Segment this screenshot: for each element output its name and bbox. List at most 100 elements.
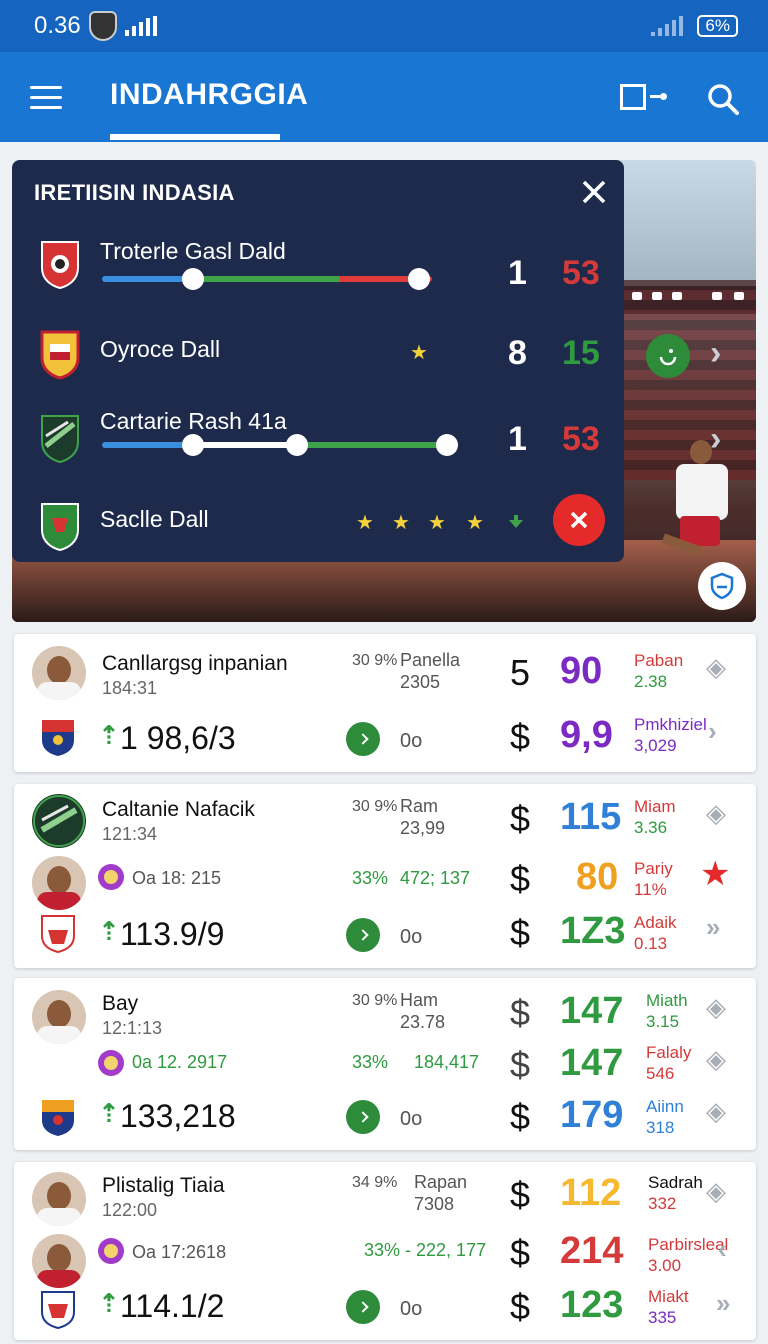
app-shield-icon xyxy=(88,11,117,41)
battery-level: 6% xyxy=(705,16,730,35)
side-label-name: Pariy xyxy=(634,859,673,878)
odds-value[interactable]: 147 xyxy=(560,1042,623,1085)
slider-handle[interactable] xyxy=(182,268,204,290)
avatar xyxy=(32,990,86,1044)
status-text: 0o xyxy=(400,1298,423,1320)
star-icon: ★ xyxy=(428,512,446,534)
overlay-row[interactable]: Troterle Gasl Dald 1 53 xyxy=(12,232,624,312)
side-label-name: Sadrah xyxy=(648,1173,703,1192)
shield-icon xyxy=(710,572,734,600)
slider-handle[interactable] xyxy=(286,434,308,456)
side-label-name: Miakt xyxy=(648,1287,689,1306)
odds-value[interactable]: 123 xyxy=(560,1284,623,1327)
chevron-right-icon[interactable]: › xyxy=(710,420,721,459)
side-label-value: 3.36 xyxy=(634,818,668,837)
side-label-name: Falaly xyxy=(646,1043,692,1062)
overlay-odds: 15 xyxy=(562,334,600,372)
team-crest-icon xyxy=(41,503,79,552)
up-arrow-icon: ⇡ xyxy=(98,1288,120,1318)
side-label: Miakt 335 xyxy=(648,1286,689,1328)
refresh-tag-icon[interactable]: ◈ xyxy=(706,1096,726,1127)
overlay-team-name: Oyroce Dall xyxy=(100,336,221,362)
tag-icon[interactable]: ◈ xyxy=(706,798,726,829)
go-icon[interactable] xyxy=(346,1290,380,1324)
shield-button[interactable] xyxy=(698,562,746,610)
odds-value[interactable]: 147 xyxy=(560,990,623,1033)
match-percent: 30 9% xyxy=(352,798,398,815)
progress-slider[interactable] xyxy=(102,276,432,282)
overlay-row[interactable]: Saclle Dall ★ ★ ★ ★ xyxy=(12,492,624,572)
score-value: 5 xyxy=(510,652,531,693)
chevron-right-icon[interactable]: › xyxy=(708,716,717,747)
status-right: 6% xyxy=(651,15,738,37)
odds-value[interactable]: 9,9 xyxy=(560,714,613,757)
slider-handle[interactable] xyxy=(436,434,458,456)
side-label: Aiinn 318 xyxy=(646,1096,684,1138)
match-card[interactable]: Bay 12:1:13 30 9% Ham 23.78 $ 147 Miath 3… xyxy=(14,978,756,1150)
slider-handle[interactable] xyxy=(408,268,430,290)
match-time: 184:31 xyxy=(102,678,158,698)
cancel-button[interactable] xyxy=(553,494,605,546)
tag-icon[interactable]: ◈ xyxy=(706,1044,726,1075)
side-label-value: 11% xyxy=(634,880,667,899)
close-icon[interactable] xyxy=(578,176,610,208)
overlay-row[interactable]: Cartarie Rash 41a 1 53 xyxy=(12,406,624,486)
side-label-value: 546 xyxy=(646,1064,675,1083)
cast-icon[interactable] xyxy=(620,84,668,112)
match-card[interactable]: Caltanie Nafacik 121:34 30 9% Ram 23,99 … xyxy=(14,784,756,968)
go-icon[interactable] xyxy=(346,722,380,756)
app-title[interactable]: INDAHRGGIA xyxy=(110,78,308,112)
team-crest-icon xyxy=(41,1291,75,1330)
odds-value[interactable]: 90 xyxy=(560,650,602,693)
team-crest-icon xyxy=(41,415,79,464)
star-icon[interactable]: ★ xyxy=(700,854,730,894)
match-card[interactable]: Plistalig Tiaia 122:00 34 9% Rapan 7308 … xyxy=(14,1162,756,1340)
total-value: 113.9/9 xyxy=(120,916,225,952)
go-icon[interactable] xyxy=(346,918,380,952)
side-label: Falaly 546 xyxy=(646,1042,691,1084)
tag-icon[interactable]: ◈ xyxy=(706,652,726,683)
tag-icon[interactable]: ◈ xyxy=(706,1176,726,1207)
menu-icon[interactable] xyxy=(30,86,62,110)
double-chevron-icon[interactable]: » xyxy=(716,1288,730,1319)
slider-handle[interactable] xyxy=(182,434,204,456)
odds-value[interactable]: 1Z3 xyxy=(560,910,625,953)
match-meta-label: Rapan xyxy=(414,1172,468,1192)
side-label-name: Adaik xyxy=(634,913,677,932)
go-icon[interactable] xyxy=(346,1100,380,1134)
side-label-value: 0.13 xyxy=(634,934,668,953)
team-name: Canllargsg inpanian xyxy=(102,652,288,675)
double-chevron-icon[interactable]: » xyxy=(706,912,720,943)
odds-value[interactable]: 80 xyxy=(576,856,618,899)
app-bar: INDAHRGGIA xyxy=(0,52,768,142)
overlay-row[interactable]: Oyroce Dall ★ 8 15 xyxy=(12,322,624,402)
odds-value[interactable]: 112 xyxy=(560,1172,621,1215)
total-value: 133,218 xyxy=(120,1098,236,1134)
match-percent: 30 9% xyxy=(352,652,398,669)
hero-refresh-button[interactable] xyxy=(646,334,690,378)
side-label-name: Parbirsleal xyxy=(648,1235,729,1254)
chevron-right-icon[interactable]: › xyxy=(710,334,721,373)
odds-value[interactable]: 214 xyxy=(560,1230,623,1273)
team-crest-icon xyxy=(40,330,80,380)
odds-value[interactable]: 115 xyxy=(560,796,621,839)
sub-percent: 33% xyxy=(352,868,389,888)
team-crest-icon xyxy=(41,915,75,954)
match-card[interactable]: Canllargsg inpanian 184:31 30 9% Panella… xyxy=(14,634,756,772)
sub-value: 472; 137 xyxy=(400,868,471,888)
status-left: 0.36 xyxy=(34,11,157,41)
side-label: Adaik 0.13 xyxy=(634,912,677,954)
odds-value[interactable]: 179 xyxy=(560,1094,623,1137)
tag-icon[interactable]: ◈ xyxy=(706,992,726,1023)
progress-slider[interactable] xyxy=(102,442,458,448)
side-label: Pmkhiziel 3,029 xyxy=(634,714,707,756)
search-icon[interactable] xyxy=(706,82,740,116)
side-label-name: Paban xyxy=(634,651,684,670)
team-name: Bay xyxy=(102,992,139,1015)
side-label-value: 335 xyxy=(648,1308,677,1327)
overlay-odds: 53 xyxy=(562,254,600,292)
sub-info: Oa 18: 215 xyxy=(132,868,222,888)
overlay-team-name: Troterle Gasl Dald xyxy=(100,238,286,264)
status-time: 0.36 xyxy=(34,12,81,39)
chevron-left-icon[interactable]: ‹ xyxy=(718,1234,727,1265)
